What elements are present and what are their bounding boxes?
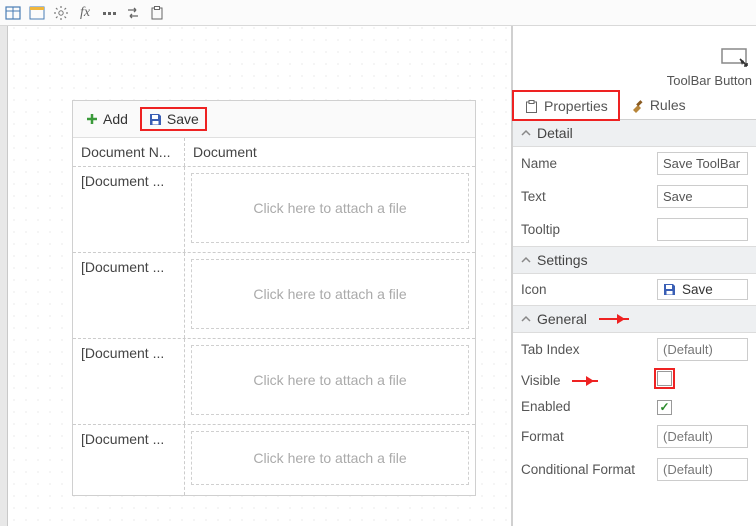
clipboard-icon xyxy=(524,99,539,114)
checkbox-enabled[interactable] xyxy=(657,400,672,415)
save-icon xyxy=(148,112,163,127)
input-tooltip[interactable] xyxy=(657,218,748,241)
input-tab-index[interactable] xyxy=(657,338,748,361)
cell-doc-name[interactable]: [Document ... xyxy=(73,167,185,252)
chevron-up-icon xyxy=(521,128,531,138)
clipboard-icon[interactable] xyxy=(148,4,166,22)
label-enabled: Enabled xyxy=(521,399,651,414)
add-button[interactable]: Add xyxy=(81,109,132,129)
tab-properties[interactable]: Properties xyxy=(513,91,619,120)
annotation-arrow xyxy=(599,318,629,320)
cell-doc-name[interactable]: [Document ... xyxy=(73,339,185,424)
input-cond-format[interactable] xyxy=(657,458,748,481)
swap-icon[interactable] xyxy=(124,4,142,22)
section-general[interactable]: General xyxy=(513,305,756,333)
label-format: Format xyxy=(521,429,651,444)
cell-doc-name[interactable]: [Document ... xyxy=(73,425,185,495)
properties-panel: ToolBar Button Properties Rules Detail N… xyxy=(512,26,756,526)
input-name[interactable] xyxy=(657,152,748,175)
attach-dropzone[interactable]: Click here to attach a file xyxy=(191,259,469,329)
gear-icon[interactable] xyxy=(52,4,70,22)
plus-icon xyxy=(85,112,99,126)
cell-doc-name[interactable]: [Document ... xyxy=(73,253,185,338)
label-icon: Icon xyxy=(521,282,651,297)
panel-tabs: Properties Rules xyxy=(513,90,756,120)
input-format[interactable] xyxy=(657,425,748,448)
label-cond-format: Conditional Format xyxy=(521,462,651,477)
chevron-up-icon xyxy=(521,255,531,265)
table-row: [Document ... Click here to attach a fil… xyxy=(73,425,475,495)
table-row: [Document ... Click here to attach a fil… xyxy=(73,253,475,339)
column-headers: Document N... Document xyxy=(73,138,475,167)
col-header-1[interactable]: Document N... xyxy=(73,138,185,166)
annotation-arrow xyxy=(572,380,598,382)
icon-picker[interactable]: Save xyxy=(657,279,748,300)
section-detail[interactable]: Detail xyxy=(513,120,756,147)
tab-rules[interactable]: Rules xyxy=(619,90,697,119)
form-toolbar: Add Save xyxy=(73,101,475,138)
gavel-icon xyxy=(630,98,645,113)
ellipsis-icon[interactable] xyxy=(100,4,118,22)
label-tab-index: Tab Index xyxy=(521,342,651,357)
label-tooltip: Tooltip xyxy=(521,222,651,237)
panel-title: ToolBar Button xyxy=(667,73,752,88)
table-icon[interactable] xyxy=(4,4,22,22)
chevron-up-icon xyxy=(521,314,531,324)
toolbar-button-icon xyxy=(720,45,752,71)
label-name: Name xyxy=(521,156,651,171)
app-top-toolbar: fx xyxy=(0,0,756,26)
label-text: Text xyxy=(521,189,651,204)
attach-dropzone[interactable]: Click here to attach a file xyxy=(191,173,469,243)
table-row: [Document ... Click here to attach a fil… xyxy=(73,167,475,253)
col-header-2[interactable]: Document xyxy=(185,138,475,166)
table-row: [Document ... Click here to attach a fil… xyxy=(73,339,475,425)
checkbox-visible[interactable] xyxy=(657,371,672,386)
attach-dropzone[interactable]: Click here to attach a file xyxy=(191,431,469,485)
section-settings[interactable]: Settings xyxy=(513,246,756,274)
panel-header: ToolBar Button xyxy=(513,26,756,90)
add-label: Add xyxy=(103,111,128,127)
form-designer: Add Save Document N... Document [Documen… xyxy=(72,100,476,496)
label-visible: Visible xyxy=(521,373,651,388)
design-canvas: Add Save Document N... Document [Documen… xyxy=(0,26,512,526)
save-button[interactable]: Save xyxy=(140,107,207,131)
save-icon xyxy=(662,282,677,297)
input-text[interactable] xyxy=(657,185,748,208)
attach-dropzone[interactable]: Click here to attach a file xyxy=(191,345,469,415)
fx-icon[interactable]: fx xyxy=(76,4,94,22)
save-label: Save xyxy=(167,111,199,127)
form-icon[interactable] xyxy=(28,4,46,22)
